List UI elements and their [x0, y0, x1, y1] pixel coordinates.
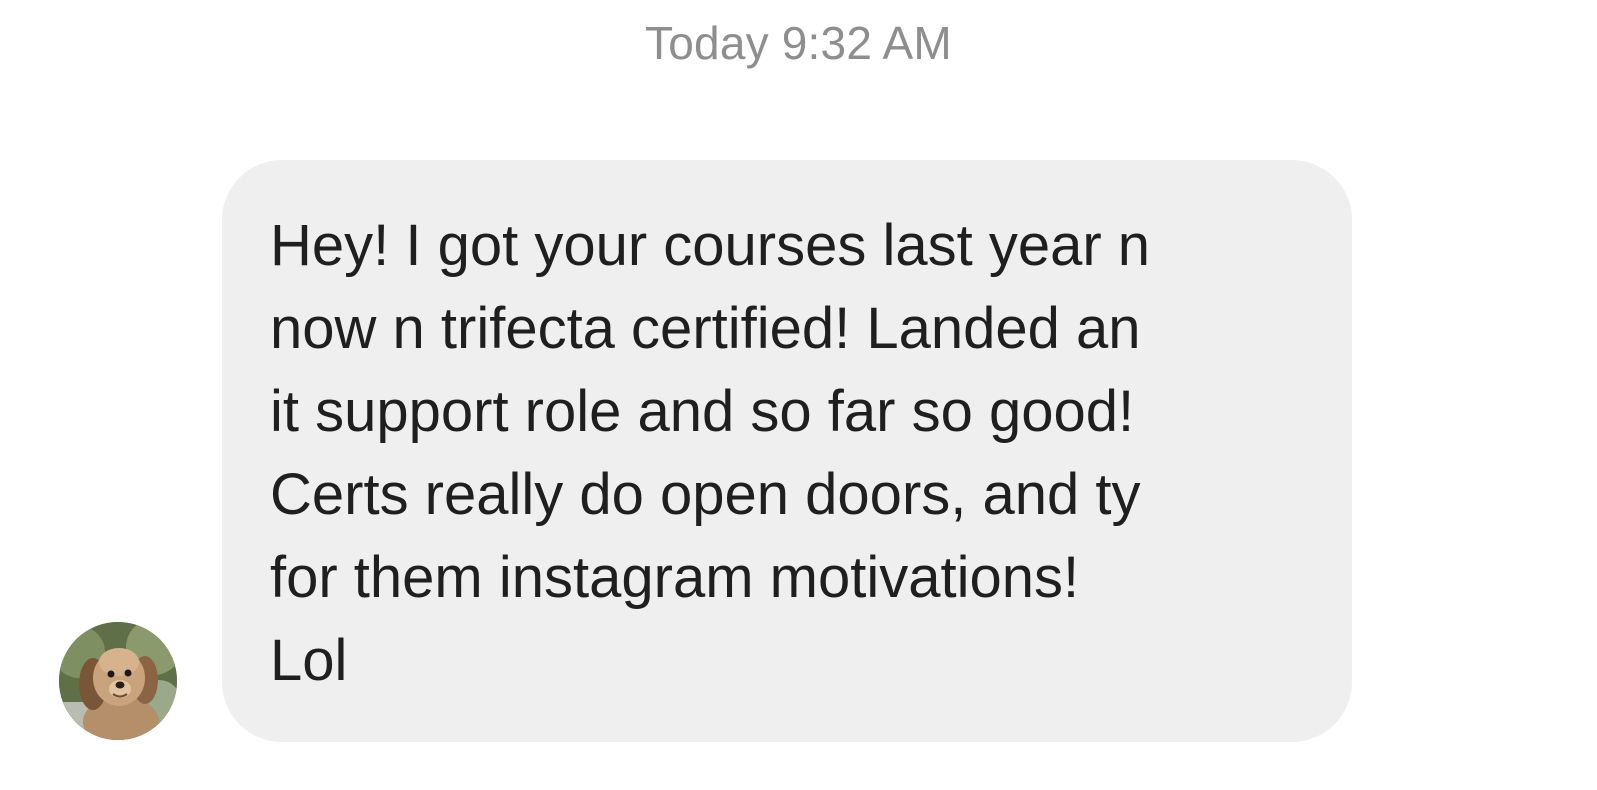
message-text: Hey! I got your courses last year n now … — [270, 213, 1151, 693]
message-bubble[interactable]: Hey! I got your courses last year n now … — [222, 160, 1352, 742]
sender-avatar[interactable] — [59, 622, 177, 740]
message-timestamp: Today 9:32 AM — [645, 17, 952, 69]
dog-avatar-icon — [59, 622, 177, 740]
